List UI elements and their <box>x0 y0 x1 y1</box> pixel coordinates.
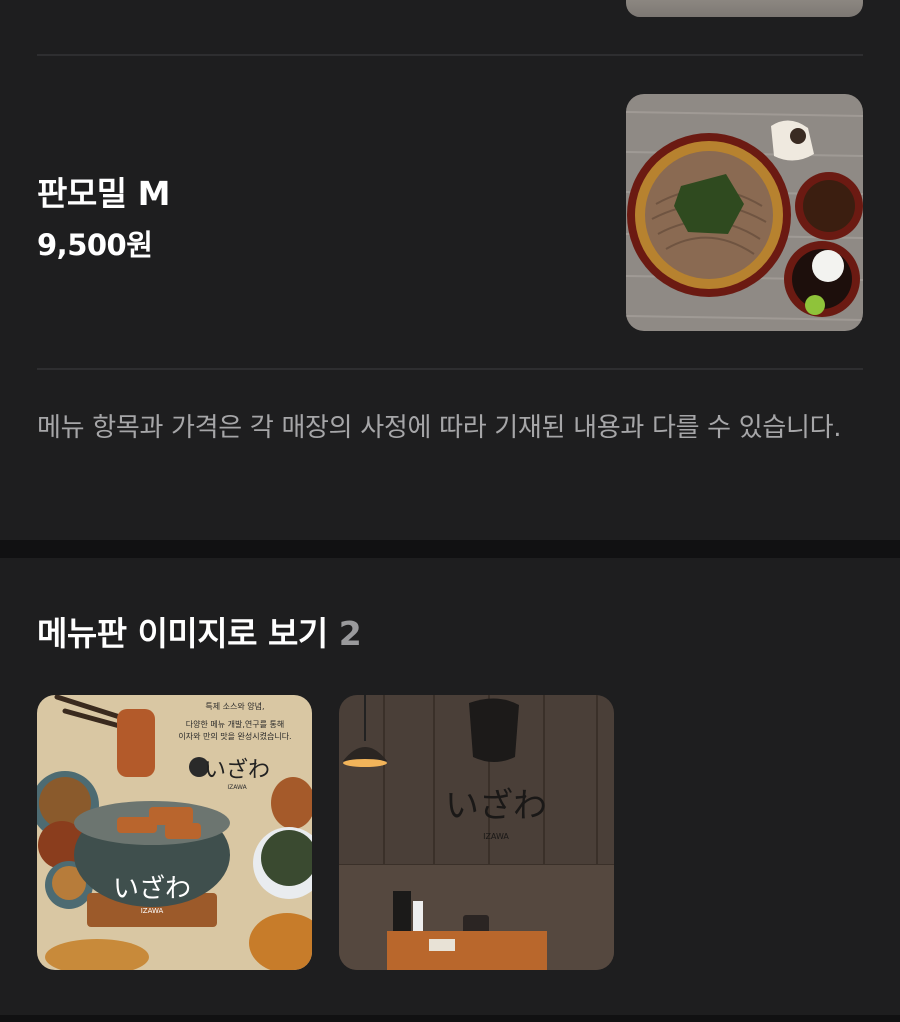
price-notice: 메뉴 항목과 가격은 각 매장의 사정에 따라 기재된 내용과 다를 수 있습니… <box>37 413 842 443</box>
menu-board-image-2[interactable]: いざわ IZAWA <box>339 695 614 970</box>
section-separator <box>0 540 900 558</box>
board-line-2: 다양한 메뉴 개발,연구를 통해 <box>186 719 285 729</box>
menu-board-image-1[interactable]: いざわ IZAWA いざわ IZAWA 특제 소스와 양념, 다양한 메뉴 개발… <box>37 695 312 970</box>
menu-item-name: 판모밀 M <box>37 174 170 213</box>
board-line-1: 특제 소스와 양념, <box>205 701 264 711</box>
menu-item-photo[interactable] <box>626 94 863 331</box>
interior-brand-sub: IZAWA <box>483 832 509 841</box>
divider <box>37 368 863 370</box>
interior-brand-text: いざわ <box>445 786 547 826</box>
soba-dish-icon <box>626 94 863 331</box>
menu-board-illustration-icon: いざわ IZAWA いざわ IZAWA 특제 소스와 양념, 다양한 메뉴 개발… <box>37 695 312 970</box>
board-header-brand-sub: IZAWA <box>227 784 247 791</box>
restaurant-interior-icon: いざわ IZAWA <box>339 695 614 970</box>
board-line-3: 이자와 만의 맛을 완성시켰습니다. <box>178 731 291 741</box>
menu-board-title-label: 메뉴판 이미지로 보기 <box>37 614 328 653</box>
board-brand-sub: IZAWA <box>141 907 164 915</box>
board-brand-text: いざわ <box>113 874 191 904</box>
board-header-brand: いざわ <box>204 757 270 783</box>
divider <box>37 54 863 56</box>
previous-item-photo[interactable] <box>626 0 863 17</box>
menu-board-title[interactable]: 메뉴판 이미지로 보기 2 <box>37 607 362 655</box>
menu-board-count: 2 <box>338 614 362 653</box>
bottom-separator <box>0 1015 900 1022</box>
menu-item-price: 9,500원 <box>37 228 153 262</box>
